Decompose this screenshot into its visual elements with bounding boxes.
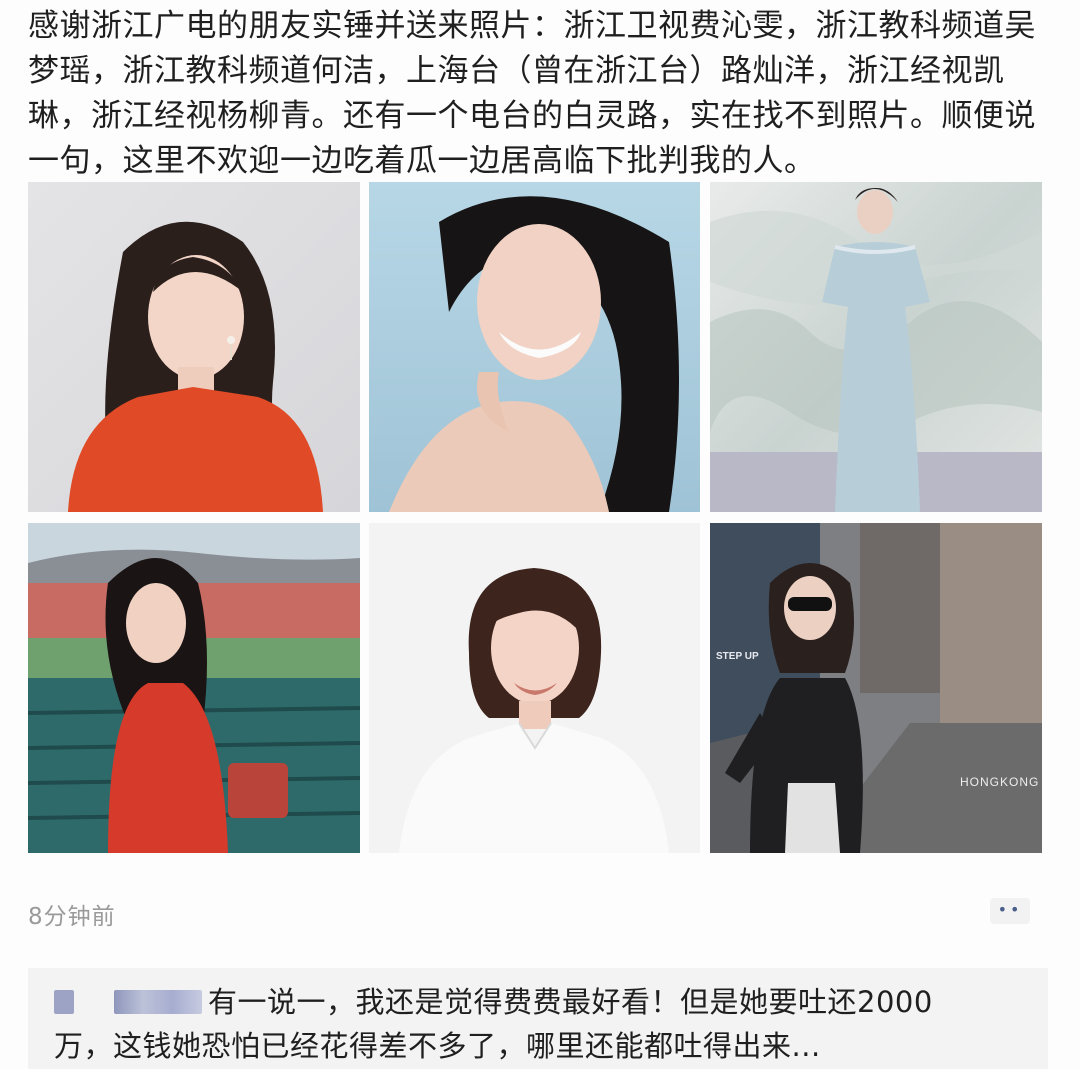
comment-box: 有一说一，我还是觉得费费最好看！但是她要吐还2000 万，这钱她恐怕已经花得差不… (28, 968, 1048, 1069)
photo-1[interactable] (28, 182, 360, 512)
photo-grid: STEP UP HONGKONG (28, 182, 1042, 853)
post-text-line: 感谢浙江广电的朋友实锤并送来照片：浙江卫视费沁雯，浙江教科频道吴 (28, 8, 1036, 44)
photo-woman-red-top-icon (28, 182, 360, 512)
photo-5[interactable] (369, 523, 700, 853)
post-text: 感谢浙江广电的朋友实锤并送来照片：浙江卫视费沁雯，浙江教科频道吴 梦瑶，浙江教科… (28, 4, 1068, 184)
comment-line-2: 万，这钱她恐怕已经花得差不多了，哪里还能都吐得出来... (54, 1029, 821, 1063)
photo-6[interactable]: STEP UP HONGKONG (710, 523, 1042, 853)
photo-woman-stadium-icon (28, 523, 360, 853)
photo-3[interactable] (710, 182, 1042, 512)
watermark-text: HONGKONG (960, 775, 1040, 789)
photo-woman-white-shirt-icon (369, 523, 700, 853)
blurred-username-icon (114, 990, 202, 1014)
photo-4[interactable] (28, 523, 360, 853)
post-text-line: 琳，浙江经视杨柳青。还有一个电台的白灵路，实在找不到照片。顺便说 (28, 98, 1036, 134)
street-sign-text: STEP UP (716, 651, 759, 662)
blurred-username-icon (54, 990, 74, 1014)
comment-text-line: 有一说一，我还是觉得费费最好看！但是她要吐还2000 (208, 985, 933, 1019)
moments-post: 感谢浙江广电的朋友实锤并送来照片：浙江卫视费沁雯，浙江教科频道吴 梦瑶，浙江教科… (0, 0, 1080, 1069)
post-text-line: 梦瑶，浙江教科频道何洁，上海台（曾在浙江台）路灿洋，浙江经视凯 (28, 53, 1005, 89)
photo-woman-street-sunglasses-icon (710, 523, 1042, 853)
post-text-line: 一句，这里不欢迎一边吃着瓜一边居高临下批判我的人。 (28, 143, 816, 179)
post-timestamp: 8分钟前 (28, 904, 116, 930)
photo-woman-smiling-blue-icon (369, 182, 700, 512)
photo-2[interactable] (369, 182, 700, 512)
more-options-button[interactable]: •• (990, 898, 1030, 924)
photo-woman-blue-gown-icon (710, 182, 1042, 512)
comment-line-1: 有一说一，我还是觉得费费最好看！但是她要吐还2000 (54, 978, 1044, 1024)
comment: 有一说一，我还是觉得费费最好看！但是她要吐还2000 万，这钱她恐怕已经花得差不… (54, 978, 1044, 1068)
